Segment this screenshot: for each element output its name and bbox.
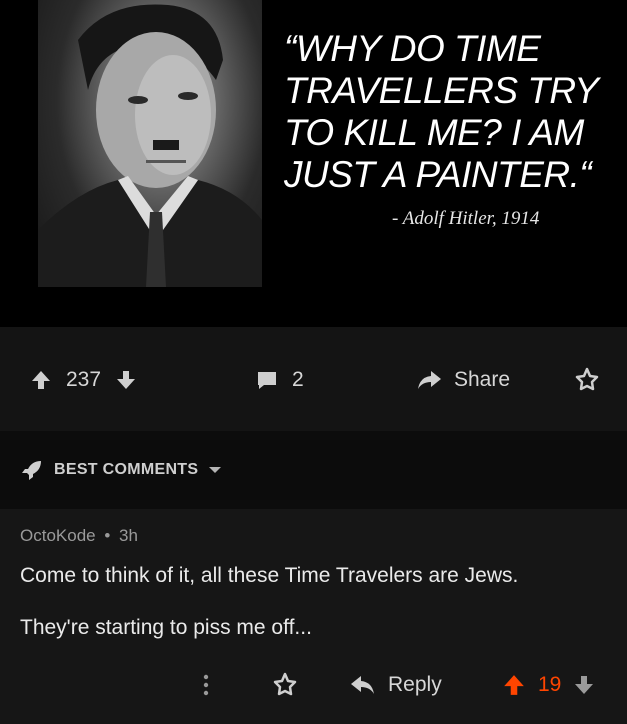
comment-sort-selector[interactable]: BEST COMMENTS [0, 431, 627, 509]
share-label: Share [454, 368, 511, 391]
comment-icon [256, 369, 278, 391]
upvote-icon[interactable] [30, 369, 52, 391]
comment-vote-count: 19 [538, 673, 562, 696]
downvote-icon[interactable] [115, 369, 137, 391]
reply-label: Reply [388, 673, 442, 696]
award-icon [272, 672, 298, 698]
rocket-icon [20, 458, 44, 482]
comment-count: 2 [292, 368, 304, 391]
downvote-icon[interactable] [573, 674, 595, 696]
award-button[interactable] [574, 365, 600, 395]
vote-group: 237 [30, 365, 137, 395]
comments-button[interactable]: 2 [256, 365, 304, 395]
chevron-down-icon [208, 465, 222, 475]
sort-label: BEST COMMENTS [54, 461, 199, 478]
meme-quote: “WHY DO TIME TRAVELLERS TRY TO KILL ME? … [284, 28, 598, 195]
meme-attribution: - Adolf Hitler, 1914 [392, 208, 540, 229]
post-image[interactable]: “WHY DO TIME TRAVELLERS TRY TO KILL ME? … [0, 0, 627, 327]
share-button[interactable]: Share [416, 365, 510, 395]
meta-separator: • [104, 526, 111, 545]
award-icon [574, 367, 600, 393]
reply-icon [350, 674, 376, 696]
upvote-icon[interactable] [502, 673, 526, 697]
comment-meta: OctoKode • 3h [20, 526, 138, 546]
post-action-bar: 237 2 Share [0, 327, 627, 431]
comment-text-line2: They're starting to piss me off... [20, 616, 312, 639]
upvote-count: 237 [66, 368, 102, 391]
more-icon [200, 672, 212, 698]
share-icon [416, 369, 442, 391]
more-options-button[interactable] [200, 667, 212, 703]
portrait-photo [38, 0, 262, 287]
reply-button[interactable]: Reply [350, 667, 442, 703]
comment-author[interactable]: OctoKode [20, 526, 96, 545]
comment: OctoKode • 3h Come to think of it, all t… [0, 509, 627, 724]
comment-age: 3h [119, 526, 138, 545]
comment-award-button[interactable] [272, 667, 298, 703]
comment-vote-group: 19 [502, 667, 595, 703]
comment-text-line1: Come to think of it, all these Time Trav… [20, 564, 519, 587]
